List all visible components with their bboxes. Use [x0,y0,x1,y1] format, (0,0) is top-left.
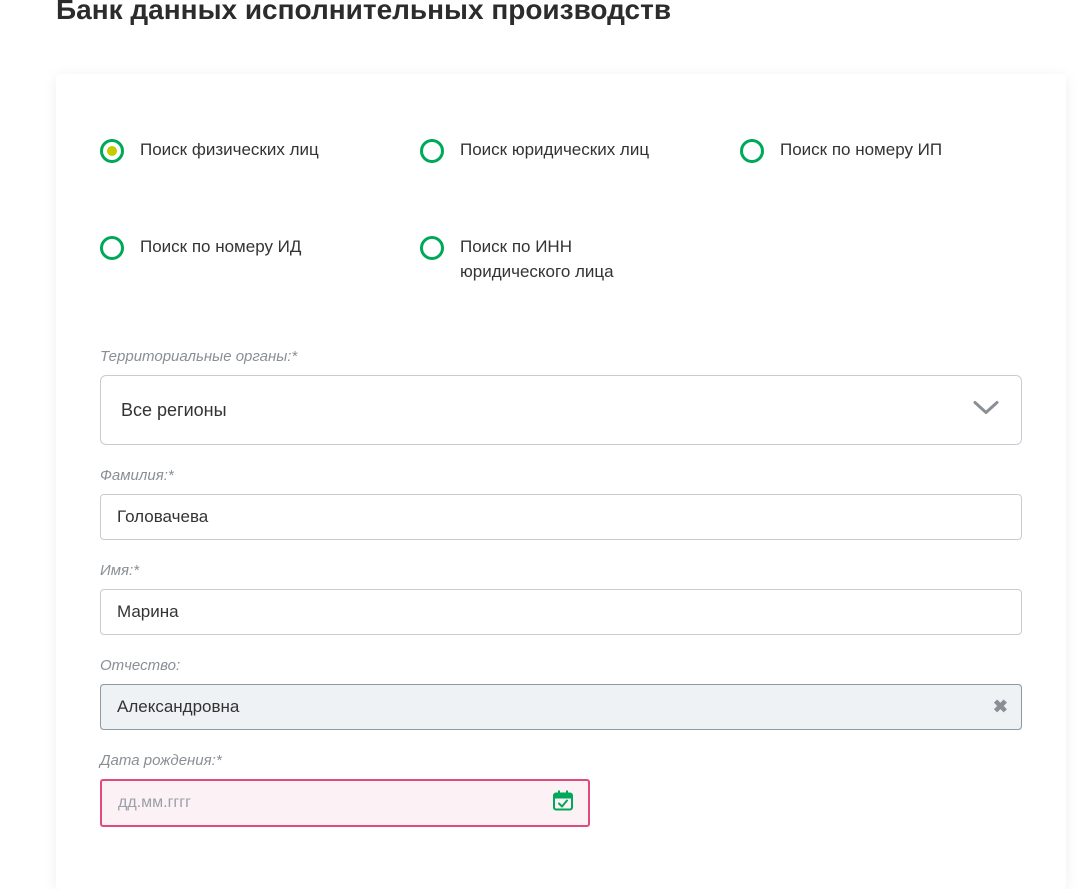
radio-inn-legal[interactable]: Поиск по ИНН юридического лица [420,235,740,284]
radio-legal-entities[interactable]: Поиск юридических лиц [420,138,740,163]
firstname-group: Имя:* [100,562,1022,635]
patronymic-group: Отчество: ✖ [100,657,1022,730]
birthdate-label: Дата рождения:* [100,752,1022,769]
radio-label: Поиск по ИНН юридического лица [460,235,680,284]
region-select[interactable]: Все регионы [100,375,1022,445]
clear-icon[interactable]: ✖ [993,697,1008,718]
radio-label: Поиск по номеру ИП [780,138,942,163]
radio-icon [420,139,444,163]
search-type-radios: Поиск физических лиц Поиск юридических л… [100,138,1022,284]
radio-icon [420,236,444,260]
radio-label: Поиск юридических лиц [460,138,649,163]
radio-icon [100,236,124,260]
patronymic-input[interactable] [100,684,1022,730]
radio-label: Поиск по номеру ИД [140,235,301,260]
radio-ip-number[interactable]: Поиск по номеру ИП [740,138,1020,163]
firstname-label: Имя:* [100,562,1022,579]
region-group: Территориальные органы:* Все регионы [100,348,1022,445]
lastname-label: Фамилия:* [100,467,1022,484]
radio-physical-persons[interactable]: Поиск физических лиц [100,138,420,163]
page-title: Банк данных исполнительных производств [0,0,1078,26]
radio-icon [740,139,764,163]
radio-label: Поиск физических лиц [140,138,319,163]
region-value: Все регионы [121,400,227,421]
search-form-card: Поиск физических лиц Поиск юридических л… [56,74,1066,889]
birthdate-input[interactable] [100,779,590,827]
birthdate-group: Дата рождения:* [100,752,1022,827]
radio-icon [100,139,124,163]
chevron-down-icon [973,400,999,421]
calendar-icon[interactable] [552,790,574,817]
radio-id-number[interactable]: Поиск по номеру ИД [100,235,420,284]
lastname-input[interactable] [100,494,1022,540]
lastname-group: Фамилия:* [100,467,1022,540]
firstname-input[interactable] [100,589,1022,635]
region-label: Территориальные органы:* [100,348,1022,365]
patronymic-label: Отчество: [100,657,1022,674]
